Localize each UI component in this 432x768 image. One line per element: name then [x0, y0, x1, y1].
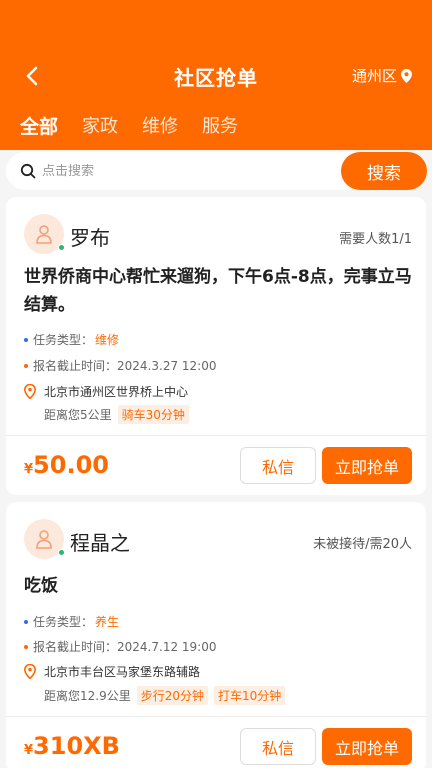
- category-tabs: 全部 家政 维修 服务: [20, 112, 238, 139]
- deadline-value: 2024.3.27 12:00: [117, 358, 217, 373]
- task-title: 吃饭: [24, 576, 58, 596]
- location-selector[interactable]: 通州区: [352, 65, 412, 86]
- divider: [6, 435, 426, 436]
- address-row: 北京市通州区世界桥上中心: [24, 383, 188, 400]
- deadline-value: 2024.7.12 19:00: [117, 639, 217, 654]
- header-bar: 社区抢单 通州区 全部 家政 维修 服务: [0, 0, 432, 150]
- location-pin-icon: [24, 384, 36, 399]
- online-status-dot: [58, 549, 65, 556]
- user-icon: [36, 225, 52, 244]
- tab-repair[interactable]: 维修: [142, 112, 178, 139]
- publisher-name: 程晶之: [70, 531, 130, 555]
- travel-time-tag: 打车10分钟: [214, 686, 286, 705]
- deadline-row: 报名截止时间： 2024.3.27 12:00: [24, 357, 216, 374]
- bullet-dot: [24, 363, 28, 368]
- order-card[interactable]: 程晶之 未被接待/需20人 吃饭 任务类型： 养生 报名截止时间： 2024.7…: [6, 502, 426, 768]
- grab-order-button[interactable]: 立即抢单: [322, 447, 412, 484]
- task-type-row: 任务类型： 养生: [24, 613, 119, 630]
- task-type-value: 维修: [95, 333, 120, 347]
- price: ¥50.00: [24, 451, 109, 479]
- search-icon: [20, 163, 36, 179]
- task-type-row: 任务类型： 维修: [24, 331, 119, 348]
- user-icon: [36, 530, 52, 549]
- avatar: [24, 519, 65, 559]
- tab-service[interactable]: 服务: [202, 112, 238, 139]
- online-status-dot: [58, 244, 65, 251]
- distance-row: 距离您12.9公里 步行20分钟 打车10分钟: [44, 686, 286, 705]
- address-text: 北京市丰台区马家堡东路辅路: [44, 665, 201, 679]
- deadline-label: 报名截止时间：: [33, 359, 118, 373]
- search-input[interactable]: [42, 163, 341, 179]
- travel-time-tag: 步行20分钟: [136, 686, 209, 705]
- task-type-label: 任务类型：: [33, 333, 94, 347]
- distance-text: 距离您5公里: [44, 408, 112, 422]
- location-pin-icon: [401, 68, 412, 83]
- deadline-row: 报名截止时间： 2024.7.12 19:00: [24, 638, 216, 655]
- tab-all[interactable]: 全部: [20, 112, 58, 139]
- task-type-value: 养生: [95, 615, 120, 629]
- distance-text: 距离您12.9公里: [44, 689, 131, 703]
- price: ¥310XB: [24, 732, 120, 760]
- task-title: 世界侨商中心帮忙来遛狗，下午6点-8点，完事立马结算。: [24, 267, 412, 315]
- tab-housekeeping[interactable]: 家政: [82, 112, 118, 139]
- location-label: 通州区: [351, 67, 397, 85]
- address-text: 北京市通州区世界桥上中心: [44, 385, 189, 399]
- order-card[interactable]: 罗布 需要人数1/1 世界侨商中心帮忙来遛狗，下午6点-8点，完事立马结算。 任…: [6, 197, 426, 495]
- currency-symbol: ¥: [24, 462, 34, 477]
- publisher-name: 罗布: [70, 226, 110, 250]
- price-amount: 310XB: [33, 732, 120, 760]
- price-amount: 50.00: [33, 451, 109, 479]
- bullet-dot: [24, 619, 28, 624]
- message-button[interactable]: 私信: [240, 728, 316, 765]
- divider: [6, 716, 426, 717]
- search-button[interactable]: 搜索: [341, 152, 427, 190]
- currency-symbol: ¥: [24, 743, 34, 758]
- task-type-label: 任务类型：: [33, 615, 94, 629]
- distance-row: 距离您5公里 骑车30分钟: [44, 405, 189, 424]
- location-pin-icon: [24, 664, 36, 679]
- bullet-dot: [24, 644, 28, 649]
- deadline-label: 报名截止时间：: [33, 640, 118, 654]
- travel-time-tag: 骑车30分钟: [117, 405, 189, 424]
- people-needed: 未被接待/需20人: [313, 537, 412, 552]
- address-row: 北京市丰台区马家堡东路辅路: [24, 663, 200, 680]
- bullet-dot: [24, 337, 28, 342]
- search-bar: 搜索: [6, 152, 427, 190]
- grab-order-button[interactable]: 立即抢单: [322, 728, 412, 765]
- avatar: [24, 214, 65, 254]
- message-button[interactable]: 私信: [240, 447, 316, 484]
- people-needed: 需要人数1/1: [339, 232, 412, 247]
